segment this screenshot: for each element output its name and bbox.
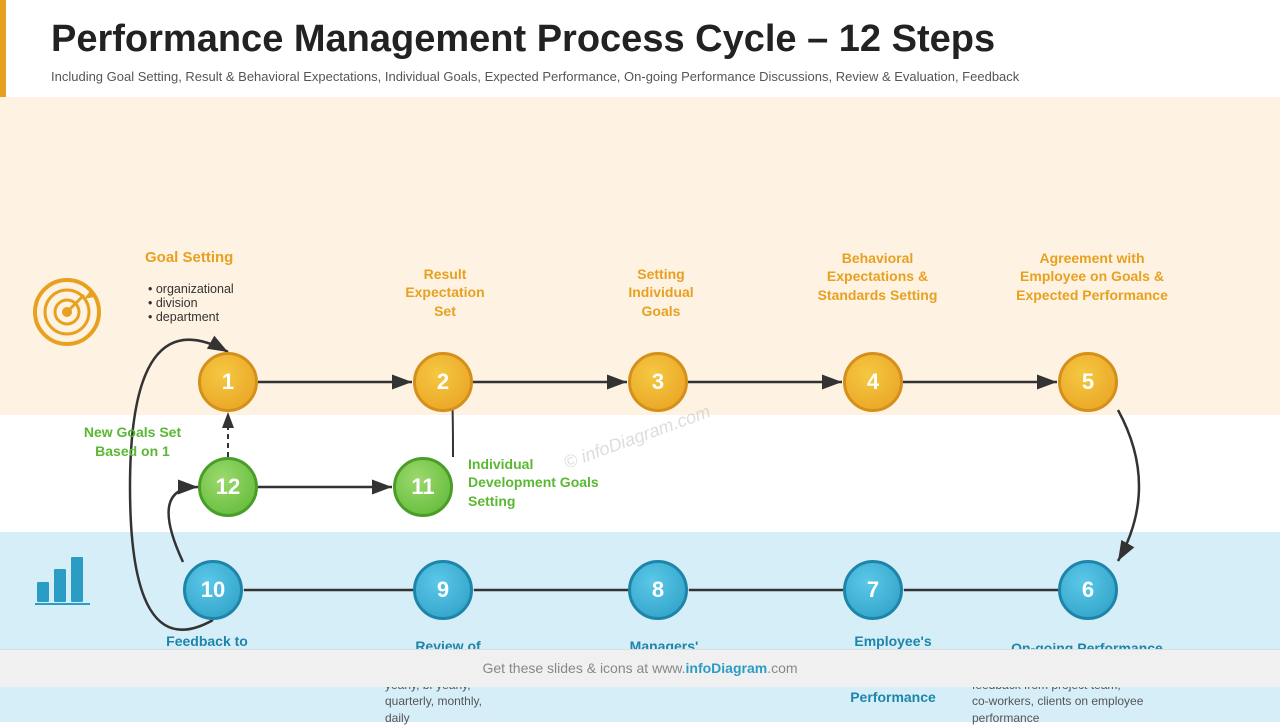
step4-label: BehavioralExpectations &Standards Settin… xyxy=(795,249,960,306)
step5-label: Agreement withEmployee on Goals &Expecte… xyxy=(992,249,1192,306)
step-circle-8: 8 xyxy=(628,560,688,620)
step-circle-2: 2 xyxy=(413,352,473,412)
step-circle-7: 7 xyxy=(843,560,903,620)
header: Performance Management Process Cycle – 1… xyxy=(0,0,1280,97)
diagram-area: Goal Setting • organizational • division… xyxy=(0,97,1280,687)
footer-brand: infoDiagram xyxy=(686,660,768,676)
goal-icon xyxy=(32,277,102,352)
page-subtitle: Including Goal Setting, Result & Behavio… xyxy=(51,67,1231,87)
footer-text2: .com xyxy=(767,660,797,676)
new-goals-label: New Goals SetBased on 1 xyxy=(55,423,210,462)
step-circle-3: 3 xyxy=(628,352,688,412)
step2-label: ResultExpectationSet xyxy=(380,265,510,322)
step11-label: IndividualDevelopment GoalsSetting xyxy=(468,455,668,512)
step-circle-5: 5 xyxy=(1058,352,1118,412)
step1-label: Goal Setting xyxy=(145,249,233,266)
step-circle-11: 11 xyxy=(393,457,453,517)
bar-icon xyxy=(32,547,97,612)
step-circle-1: 1 xyxy=(198,352,258,412)
step-circle-4: 4 xyxy=(843,352,903,412)
step-circle-10: 10 xyxy=(183,560,243,620)
step-circle-9: 9 xyxy=(413,560,473,620)
footer: Get these slides & icons at www. infoDia… xyxy=(0,649,1280,687)
page-title: Performance Management Process Cycle – 1… xyxy=(51,18,1250,61)
step-circle-6: 6 xyxy=(1058,560,1118,620)
step-circle-12: 12 xyxy=(198,457,258,517)
step1-bullets: • organizational • division • department xyxy=(148,282,234,324)
footer-text: Get these slides & icons at www. xyxy=(482,660,685,676)
step3-label: SettingIndividualGoals xyxy=(596,265,726,322)
